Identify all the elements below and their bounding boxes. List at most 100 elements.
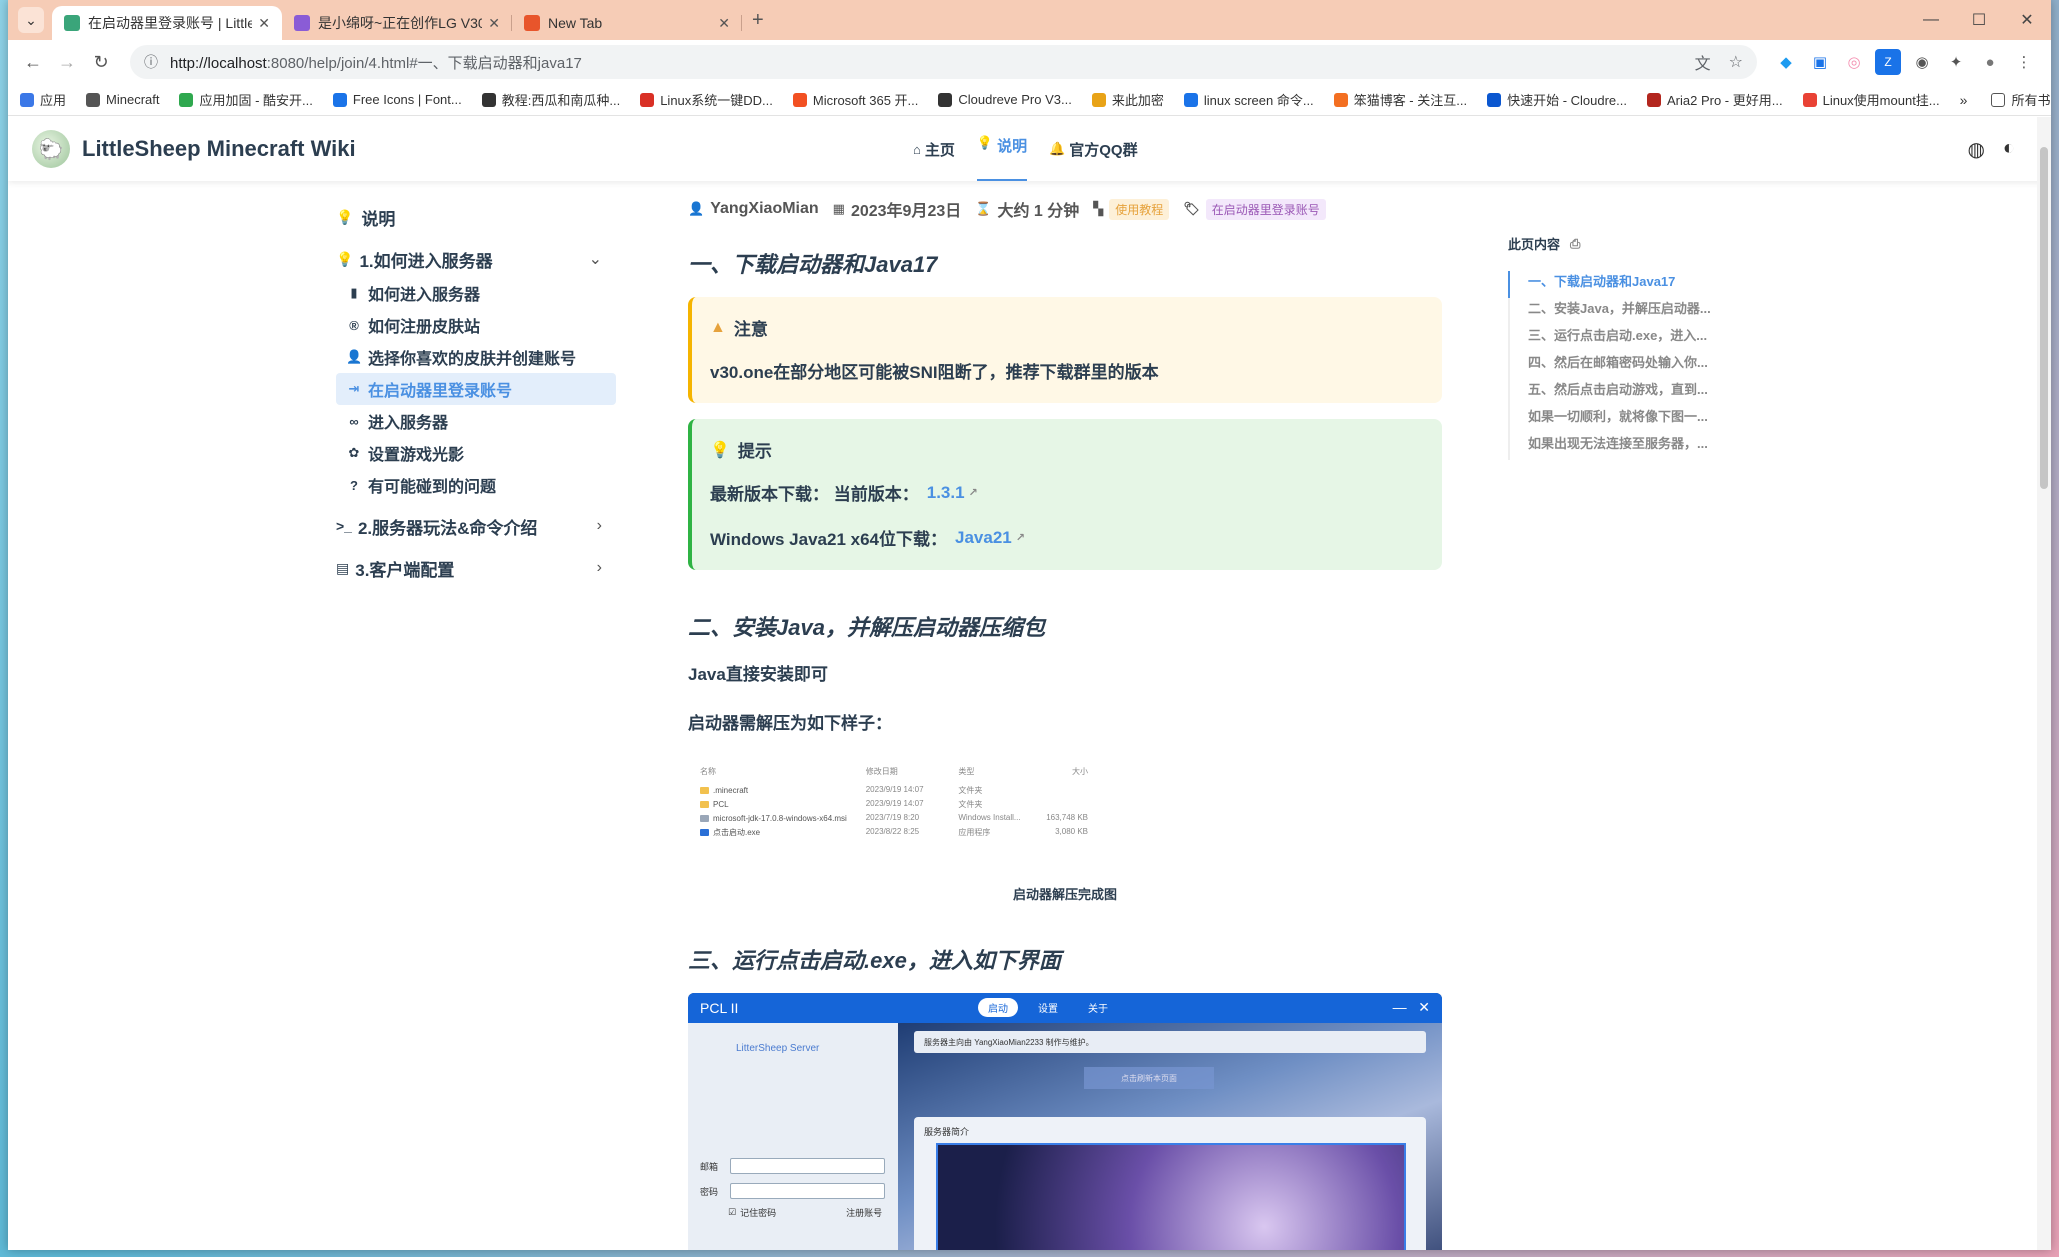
browser-tab[interactable]: 在启动器里登录账号 | LittleSheep ✕: [52, 6, 282, 40]
sidebar-item[interactable]: 👤 选择你喜欢的皮肤并创建账号: [336, 341, 616, 373]
maximize-icon[interactable]: ☐: [1955, 0, 2003, 40]
bookmark-item[interactable]: Aria2 Pro - 更好用...: [1647, 90, 1783, 109]
bookmark-item[interactable]: Linux使用mount挂...: [1802, 90, 1940, 109]
sidebar-group-gameplay[interactable]: >_ 2.服务器玩法&命令介绍 ›: [336, 509, 616, 543]
launcher-notice: 服务器主向由 YangXiaoMian2233 制作与维护。: [914, 1031, 1426, 1053]
github-icon[interactable]: ◍: [1967, 137, 1984, 162]
tip-box: 💡 提示 最新版本下载： 当前版本： 1.3.1 ↗ Windows Java21 x…: [688, 419, 1442, 570]
tab-close-icon[interactable]: ✕: [488, 15, 500, 32]
extension-bird-icon[interactable]: ◆: [1773, 49, 1799, 75]
menu-kebab-icon[interactable]: ⋮: [2011, 49, 2037, 75]
sidebar-item[interactable]: ✿ 设置游戏光影: [336, 437, 616, 469]
site-title[interactable]: LittleSheep Minecraft Wiki: [82, 136, 356, 162]
extensions-puzzle-icon[interactable]: ✦: [1943, 49, 1969, 75]
bookmark-item[interactable]: Minecraft: [86, 92, 159, 107]
sidebar-item-label: 进入服务器: [368, 415, 449, 432]
nav-link-0[interactable]: ⌂ 主页: [913, 117, 955, 181]
bookmark-item[interactable]: Linux系统一键DD...: [640, 90, 773, 109]
bookmark-label: Cloudreve Pro V3...: [958, 92, 1072, 107]
bookmark-item[interactable]: 教程:西瓜和南瓜种...: [481, 90, 620, 109]
site-logo[interactable]: 🐑: [32, 130, 70, 168]
profile-avatar-icon[interactable]: ●: [1977, 49, 2003, 75]
explorer-screenshot: 名称 修改日期 类型 大小 .minecraft 2023/9/19 14:07 文件夹 P…: [688, 758, 1088, 878]
bookmark-item[interactable]: 来此加密: [1091, 90, 1164, 109]
nav-link-1[interactable]: 💡 说明: [976, 135, 1028, 181]
extension-cat-icon[interactable]: ◎: [1841, 49, 1867, 75]
toc-item[interactable]: 二、安装Java，并解压启动器...: [1510, 298, 1728, 325]
more-bookmarks-icon[interactable]: »: [1960, 92, 1968, 108]
toc-item[interactable]: 三、运行点击启动.exe，进入...: [1510, 325, 1728, 352]
heading-3: 三、运行点击启动.exe，进入如下界面: [688, 948, 1061, 973]
back-icon[interactable]: ←: [18, 52, 48, 73]
all-bookmarks-folder[interactable]: 所有书签: [1991, 90, 2051, 109]
article: 👤 YangXiaoMian ▦ 2023年9月23日 ⌛ 大约 1 分钟 ▚ 使用教程…: [688, 197, 1442, 1250]
folder-icon: [1991, 92, 2006, 107]
java-download-link[interactable]: Java21: [955, 528, 1012, 548]
sidebar-item[interactable]: ∞ 进入服务器: [336, 405, 616, 437]
extension-shield-icon[interactable]: ◉: [1909, 49, 1935, 75]
forward-icon[interactable]: →: [52, 52, 82, 73]
nav-link-2[interactable]: 🔔 官方QQ群: [1049, 117, 1138, 181]
register-label: 注册账号: [846, 1208, 883, 1218]
sidebar-item-label: 选择你喜欢的皮肤并创建账号: [368, 351, 577, 368]
bookmark-item[interactable]: linux screen 命令...: [1183, 90, 1314, 109]
tag-badge[interactable]: 在启动器里登录账号: [1205, 198, 1326, 220]
bookmark-item[interactable]: 快速开始 - Cloudre...: [1487, 90, 1627, 109]
sidebar-group-client[interactable]: ▤ 3.客户端配置 ›: [336, 551, 616, 585]
toc-item[interactable]: 五、然后点击启动游戏，直到...: [1510, 379, 1728, 406]
bookmark-item[interactable]: Free Icons | Font...: [332, 92, 462, 107]
close-window-icon[interactable]: ✕: [2003, 0, 2051, 40]
bookmark-star-icon[interactable]: ☆: [1729, 52, 1743, 72]
new-tab-button[interactable]: +: [752, 9, 764, 32]
bookmark-item[interactable]: 应用: [20, 90, 66, 109]
gear-icon: ✿: [348, 445, 360, 460]
toc-item[interactable]: 如果一切顺利，就将像下图一...: [1510, 406, 1728, 433]
browser-tab[interactable]: New Tab ✕: [512, 6, 742, 40]
site-navbar: 🐑 LittleSheep Minecraft Wiki ⌂ 主页 💡 说明 🔔 官方QQ…: [8, 117, 2051, 181]
browser-tab[interactable]: 是小绵呀~正在创作LG V30 系列 ✕: [282, 6, 512, 40]
file-name: .minecraft: [713, 785, 749, 795]
figure-caption: 启动器解压完成图: [1012, 887, 1117, 902]
author[interactable]: YangXiaoMian: [710, 200, 818, 218]
bookmark-item[interactable]: 笨猫博客 - 关注互...: [1333, 90, 1467, 109]
tab-close-icon[interactable]: ✕: [258, 15, 270, 32]
tab-close-icon[interactable]: ✕: [718, 15, 730, 32]
bookmark-label: Aria2 Pro - 更好用...: [1667, 93, 1783, 108]
sidebar-item[interactable]: ▮ 如何进入服务器: [336, 277, 616, 309]
chevron-right-icon: ›: [596, 559, 602, 576]
launcher-download-link[interactable]: 1.3.1: [927, 483, 965, 503]
print-icon[interactable]: ⎙: [1570, 236, 1580, 252]
tab-search-button[interactable]: ⌄: [18, 7, 44, 33]
launcher-screenshot: PCL II 启动 设置 关于 — ✕ LitterSheep Server 邮箱 …: [688, 993, 1442, 1250]
bookmark-favicon-icon: [1183, 92, 1198, 107]
translate-icon[interactable]: 文: [1695, 50, 1711, 74]
chevron-down-icon: ⌄: [588, 251, 602, 268]
reload-icon[interactable]: ↻: [86, 52, 116, 73]
extension-sync-icon[interactable]: ▣: [1807, 49, 1833, 75]
extension-z-icon[interactable]: Z: [1875, 49, 1901, 75]
minimize-icon[interactable]: —: [1907, 0, 1955, 40]
sidebar-group-label: 2.服务器玩法&命令介绍: [357, 518, 538, 538]
all-bookmarks-label: 所有书签: [2011, 93, 2051, 108]
toc-item[interactable]: 四、然后在邮箱密码处输入你...: [1510, 352, 1728, 379]
bookmark-item[interactable]: Cloudreve Pro V3...: [938, 92, 1072, 107]
toc-item[interactable]: 如果出现无法连接至服务器，...: [1510, 433, 1728, 460]
bookmark-item[interactable]: Microsoft 365 开...: [792, 90, 918, 109]
sidebar-group-join[interactable]: 💡 1.如何进入服务器 ⌄: [336, 243, 616, 275]
file-icon: [700, 814, 709, 822]
site-info-icon[interactable]: ⓘ: [144, 52, 158, 72]
sidebar-head[interactable]: 💡 说明: [336, 201, 616, 233]
bookmark-favicon-icon: [481, 92, 496, 107]
theme-toggle-icon[interactable]: ◐: [2003, 137, 2015, 162]
address-bar[interactable]: ⓘ http://localhost:8080/help/join/4.html…: [130, 45, 1757, 79]
category-badge[interactable]: 使用教程: [1109, 198, 1170, 220]
file-icon: [700, 828, 709, 836]
sidebar-item[interactable]: ® 如何注册皮肤站: [336, 309, 616, 341]
bookmark-item[interactable]: 应用加固 - 酷安开...: [179, 90, 313, 109]
sidebar-item[interactable]: ⇥ 在启动器里登录账号: [336, 373, 616, 405]
toc-item[interactable]: 一、下载启动器和Java17: [1508, 271, 1728, 298]
page-scrollbar[interactable]: [2037, 117, 2051, 1250]
sidebar-item[interactable]: ? 有可能碰到的问题: [336, 469, 616, 501]
bookmark-label: 应用加固 - 酷安开...: [199, 93, 313, 108]
page-viewport: 🐑 LittleSheep Minecraft Wiki ⌂ 主页 💡 说明 🔔 官方QQ…: [8, 117, 2051, 1250]
